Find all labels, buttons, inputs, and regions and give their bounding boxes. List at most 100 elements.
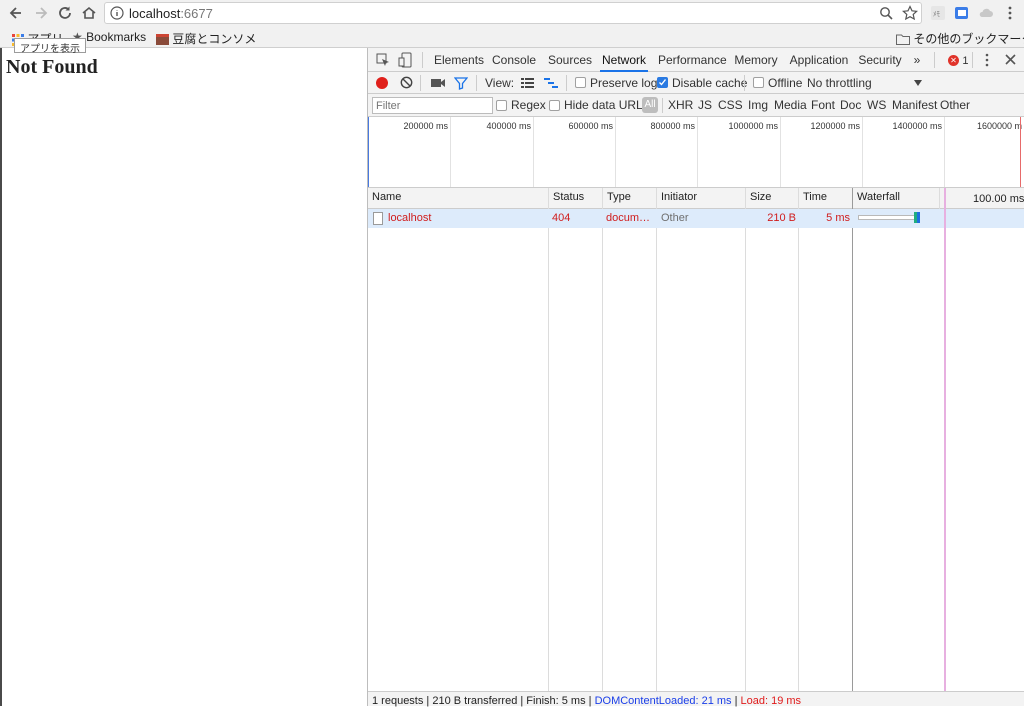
large-rows-icon[interactable]	[521, 77, 534, 89]
overview-tick-label: 600000 ms	[568, 121, 613, 131]
column-type[interactable]: Type	[607, 191, 631, 203]
filter-other[interactable]: Other	[940, 98, 970, 112]
column-divider	[602, 188, 603, 691]
page-left-edge	[0, 48, 2, 706]
hide-data-urls-checkbox[interactable]	[549, 100, 560, 111]
offline-checkbox[interactable]	[753, 77, 764, 88]
google-extension-icon[interactable]	[954, 5, 970, 21]
filter-input[interactable]	[372, 97, 493, 114]
throttling-select[interactable]: No throttling	[807, 76, 872, 90]
tab-sources[interactable]: Sources	[548, 48, 592, 72]
devtools-menu-icon[interactable]	[980, 52, 994, 68]
status-dom-content-loaded: DOMContentLoaded: 21 ms	[594, 695, 732, 707]
overview-tick-label: 1000000 ms	[728, 121, 778, 131]
filter-media[interactable]: Media	[774, 98, 807, 112]
request-row[interactable]: localhost 404 docum… Other 210 B 5 ms	[368, 209, 1024, 228]
network-overview-timeline[interactable]: 200000 ms 400000 ms 600000 ms 800000 ms …	[368, 117, 1024, 188]
url-port: :6677	[180, 6, 213, 21]
back-arrow-icon[interactable]	[7, 4, 25, 22]
folder-icon	[896, 34, 910, 46]
tab-performance[interactable]: Performance	[658, 48, 727, 72]
device-toolbar-icon[interactable]	[398, 52, 412, 68]
zoom-icon[interactable]	[879, 6, 893, 20]
column-initiator[interactable]: Initiator	[661, 191, 697, 203]
filter-all-button[interactable]: All	[642, 97, 658, 113]
other-bookmarks-folder[interactable]: その他のブックマーク	[896, 30, 1024, 47]
error-counter[interactable]: ✕ 1	[948, 53, 968, 67]
tab-console[interactable]: Console	[492, 48, 536, 72]
overview-gridline	[780, 117, 781, 187]
regex-checkbox[interactable]	[496, 100, 507, 111]
network-filter-bar: Regex Hide data URLs All XHR JS CSS Img …	[368, 94, 1024, 117]
tab-separator	[972, 52, 973, 68]
toolbar-separator	[420, 75, 421, 91]
column-divider	[548, 188, 549, 691]
more-tabs-button[interactable]: »	[910, 48, 924, 72]
preserve-log-label: Preserve log	[590, 76, 658, 90]
tab-network[interactable]: Network	[600, 48, 648, 72]
tab-separator	[934, 52, 935, 68]
column-waterfall[interactable]: Waterfall	[857, 191, 900, 203]
tab-memory[interactable]: Memory	[734, 48, 778, 72]
view-label: View:	[485, 76, 515, 90]
svg-text:ﾒﾓ: ﾒﾓ	[933, 10, 941, 18]
tab-separator	[422, 52, 423, 68]
column-name[interactable]: Name	[372, 191, 401, 203]
filter-funnel-icon[interactable]	[454, 76, 468, 90]
throttling-dropdown-icon[interactable]	[914, 80, 922, 86]
menu-kebab-icon[interactable]	[1002, 5, 1018, 21]
tab-security[interactable]: Security	[858, 48, 902, 72]
column-size[interactable]: Size	[750, 191, 771, 203]
address-bar[interactable]: localhost:6677	[104, 2, 922, 24]
tab-elements[interactable]: Elements	[434, 48, 484, 72]
column-status[interactable]: Status	[553, 191, 584, 203]
overview-tick-label: 1200000 ms	[810, 121, 860, 131]
record-icon[interactable]	[376, 77, 388, 89]
column-time[interactable]: Time	[803, 191, 827, 203]
filter-font[interactable]: Font	[811, 98, 835, 112]
column-divider	[852, 188, 853, 691]
home-icon[interactable]	[80, 4, 98, 22]
overview-gridline	[450, 117, 451, 187]
filter-js[interactable]: JS	[698, 98, 712, 112]
toolbar-separator	[476, 75, 477, 91]
bookmark-item[interactable]: 豆腐とコンソメ	[156, 30, 256, 47]
disable-cache-label: Disable cache	[672, 76, 748, 90]
extension-icon[interactable]: ﾒﾓ	[930, 5, 946, 21]
overview-tick-label: 200000 ms	[403, 121, 448, 131]
filter-xhr[interactable]: XHR	[668, 98, 693, 112]
column-divider	[939, 188, 940, 209]
url-host: localhost	[129, 6, 181, 21]
request-size: 210 B	[767, 212, 796, 224]
filter-ws[interactable]: WS	[867, 98, 886, 112]
clear-icon[interactable]	[400, 76, 413, 89]
overview-gridline	[615, 117, 616, 187]
forward-arrow-icon[interactable]	[32, 4, 50, 22]
url-text: localhost:6677	[129, 6, 213, 21]
info-icon[interactable]	[110, 6, 124, 20]
reload-icon[interactable]	[56, 4, 74, 22]
inspect-element-icon[interactable]	[376, 53, 390, 67]
disable-cache-checkbox[interactable]	[657, 77, 668, 88]
waterfall-scale-label: 100.00 ms	[973, 193, 1024, 205]
waterfall-bar-content[interactable]	[914, 212, 920, 223]
filter-css[interactable]: CSS	[718, 98, 743, 112]
screenshot-camera-icon[interactable]	[431, 77, 445, 89]
hide-data-urls-label: Hide data URLs	[564, 98, 649, 112]
toolbar-separator	[566, 75, 567, 91]
tab-application[interactable]: Application	[788, 48, 850, 72]
waterfall-bar[interactable]	[858, 215, 916, 220]
waterfall-overview-icon[interactable]	[544, 77, 558, 89]
close-devtools-icon[interactable]	[1004, 53, 1017, 66]
star-icon[interactable]	[902, 5, 918, 21]
devtools-tab-bar: Elements Console Sources Network Perform…	[368, 48, 1024, 72]
request-name: localhost	[388, 212, 432, 224]
overview-tick-label: 800000 ms	[650, 121, 695, 131]
filter-manifest[interactable]: Manifest	[892, 98, 937, 112]
filter-img[interactable]: Img	[748, 98, 768, 112]
bookmarks-bar: アプリ ★ Bookmarks 豆腐とコンソメ その他のブックマーク	[0, 27, 1024, 48]
preserve-log-checkbox[interactable]	[575, 77, 586, 88]
column-divider	[656, 188, 657, 691]
filter-doc[interactable]: Doc	[840, 98, 861, 112]
cloud-extension-icon[interactable]	[978, 5, 994, 21]
